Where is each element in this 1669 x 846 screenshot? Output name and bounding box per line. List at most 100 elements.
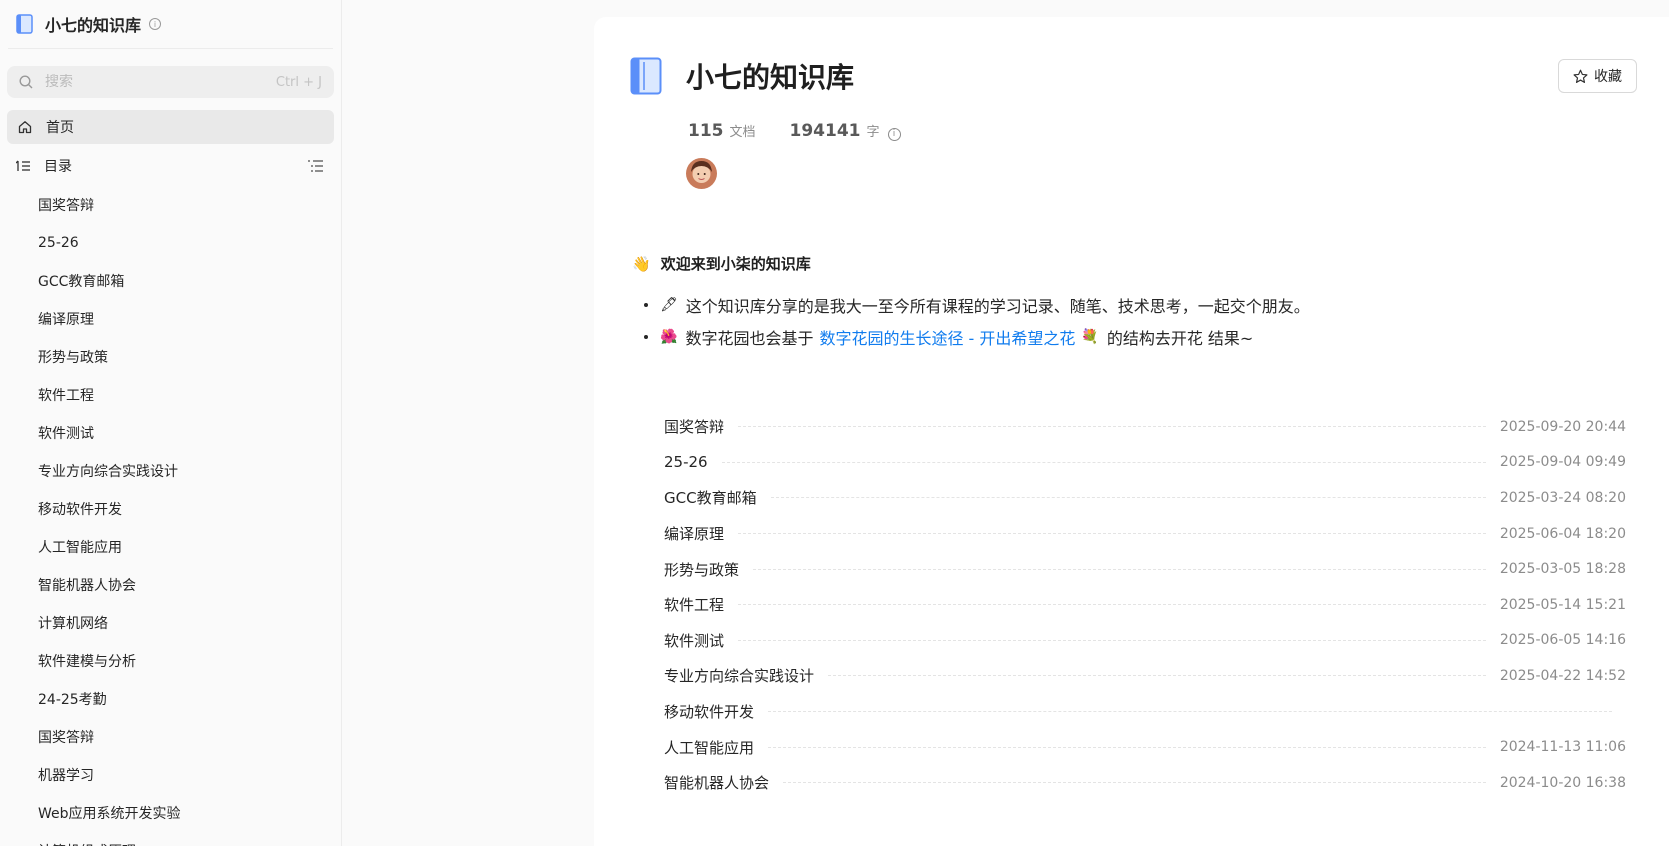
document-list: 国奖答辩 2025-09-20 20:44 25-26 2025-09-04 09:… [664,409,1626,801]
toc-header[interactable]: 目录 [0,146,341,186]
doc-title[interactable]: 软件工程 [664,594,724,615]
garden-link[interactable]: 数字花园的生长途径 - 开出希望之花 [819,325,1075,349]
search-icon [19,75,33,89]
doc-title[interactable]: 智能机器人协会 [664,772,769,793]
doc-date: 2025-06-04 18:20 [1499,525,1626,542]
list-item[interactable]: 国奖答辩 2025-09-20 20:44 [664,409,1626,445]
list-item[interactable]: 移动软件开发 [664,694,1626,730]
toc-item[interactable]: 人工智能应用 [0,528,341,566]
doc-date: 2025-04-22 14:52 [1499,667,1626,684]
toc-item[interactable]: 软件建模与分析 [0,642,341,680]
list-item: 🖋 这个知识库分享的是我大一至今所有课程的学习记录、随笔、技术思考，一起交个朋友… [644,289,1310,321]
doc-date: 2025-03-24 08:20 [1499,489,1626,506]
search-input[interactable] [45,74,276,90]
toc-item[interactable]: 软件测试 [0,414,341,452]
leader-line [783,782,1486,784]
doc-title[interactable]: 25-26 [664,453,708,471]
leader-line [828,675,1486,677]
toc-item[interactable]: 机器学习 [0,756,341,794]
toc-icon [16,160,30,171]
bullet-dot [644,303,648,307]
avatar[interactable] [686,158,717,189]
leader-line [738,533,1486,535]
list-item[interactable]: 编译原理 2025-06-04 18:20 [664,516,1626,552]
search-box[interactable]: Ctrl + J [7,66,334,98]
welcome-text: 欢迎来到小柒的知识库 [660,255,811,273]
toc-item[interactable]: 编译原理 [0,300,341,338]
leader-line [768,746,1486,748]
list-view-icon[interactable] [308,160,323,172]
bouquet-icon: 💐 [1081,329,1099,345]
main-content: 小七的知识库 收藏 115 文档 194141 字 i 👋 欢迎来到小柒的知识库… [594,17,1669,846]
home-icon [18,121,32,134]
intro-list: 🖋 这个知识库分享的是我大一至今所有课程的学习记录、随笔、技术思考，一起交个朋友… [644,289,1310,353]
leader-line [768,711,1612,713]
toc-item[interactable]: 形势与政策 [0,338,341,376]
list-item[interactable]: 人工智能应用 2024-11-13 11:06 [664,729,1626,765]
toc-label: 目录 [44,159,72,175]
doc-title[interactable]: 人工智能应用 [664,737,754,758]
wave-icon: 👋 [632,254,651,273]
doc-title[interactable]: 编译原理 [664,523,724,544]
toc-item[interactable]: 计算机网络 [0,604,341,642]
doc-date: 2024-11-13 11:06 [1499,739,1626,756]
toc-item[interactable]: 24-25考勤 [0,680,341,718]
nav-home[interactable]: 首页 [7,110,334,144]
list-item[interactable]: 智能机器人协会 2024-10-20 16:38 [664,765,1626,801]
list-item[interactable]: 25-26 2025-09-04 09:49 [664,445,1626,481]
knowledge-base-title[interactable]: 小七的知识库 [45,12,141,36]
favorite-button[interactable]: 收藏 [1558,59,1637,93]
search-shortcut: Ctrl + J [275,74,322,90]
info-icon[interactable]: i [887,127,901,141]
toc-list: 国奖答辩 25-26 GCC教育邮箱 编译原理 形势与政策 软件工程 软件测试 … [0,186,341,846]
leader-line [738,604,1486,606]
page-title: 小七的知识库 [686,61,855,94]
intro-text: 这个知识库分享的是我大一至今所有课程的学习记录、随笔、技术思考，一起交个朋友。 [685,297,1310,316]
doc-date: 2025-06-05 14:16 [1499,632,1626,649]
leader-line [738,426,1486,428]
flower-icon: 🌺 [660,329,678,345]
book-icon [16,14,33,34]
leader-line [753,568,1486,570]
toc-item[interactable]: GCC教育邮箱 [0,262,341,300]
doc-title[interactable]: 专业方向综合实践设计 [664,665,814,686]
words-count: 194141 [789,121,861,141]
toc-item[interactable]: 国奖答辩 [0,718,341,756]
doc-title[interactable]: 形势与政策 [664,559,739,580]
book-icon [630,57,662,95]
docs-count: 115 [688,121,724,141]
favorite-label: 收藏 [1594,68,1622,84]
toc-item[interactable]: 软件工程 [0,376,341,414]
list-item[interactable]: 软件工程 2025-05-14 15:21 [664,587,1626,623]
doc-title[interactable]: 软件测试 [664,630,724,651]
info-icon[interactable]: i [149,18,162,30]
words-unit: 字 [866,125,880,140]
toc-item[interactable]: 25-26 [0,224,341,262]
doc-title[interactable]: 移动软件开发 [664,701,754,722]
toc-item[interactable]: Web应用系统开发实验 [0,794,341,832]
sidebar-header: 小七的知识库 i [0,0,341,48]
list-item[interactable]: 专业方向综合实践设计 2025-04-22 14:52 [664,658,1626,694]
leader-line [721,461,1486,463]
divider [8,48,333,49]
list-item[interactable]: GCC教育邮箱 2025-03-24 08:20 [664,480,1626,516]
bullet-dot [644,335,648,339]
toc-item[interactable]: 国奖答辩 [0,186,341,224]
pen-icon: 🖋 [660,297,678,313]
toc-item[interactable]: 智能机器人协会 [0,566,341,604]
list-item[interactable]: 形势与政策 2025-03-05 18:28 [664,551,1626,587]
doc-title[interactable]: GCC教育邮箱 [664,487,757,508]
intro-suffix: 的结构去开花 结果~ [1106,329,1254,348]
list-item: 🌺 数字花园也会基于 数字花园的生长途径 - 开出希望之花 💐 的结构去开花 结… [644,321,1310,353]
list-item[interactable]: 软件测试 2025-06-05 14:16 [664,623,1626,659]
toc-item[interactable]: 专业方向综合实践设计 [0,452,341,490]
welcome-heading: 👋 欢迎来到小柒的知识库 [632,253,811,274]
page-header: 小七的知识库 [630,56,854,96]
leader-line [738,639,1486,641]
toc-item[interactable]: 移动软件开发 [0,490,341,528]
toc-item[interactable]: 计算机组成原理 [0,832,341,846]
doc-title[interactable]: 国奖答辩 [664,416,724,437]
nav-home-label: 首页 [46,120,74,136]
stats-bar: 115 文档 194141 字 i [688,121,901,141]
sidebar: 小七的知识库 i Ctrl + J 首页 目录 [0,0,342,846]
